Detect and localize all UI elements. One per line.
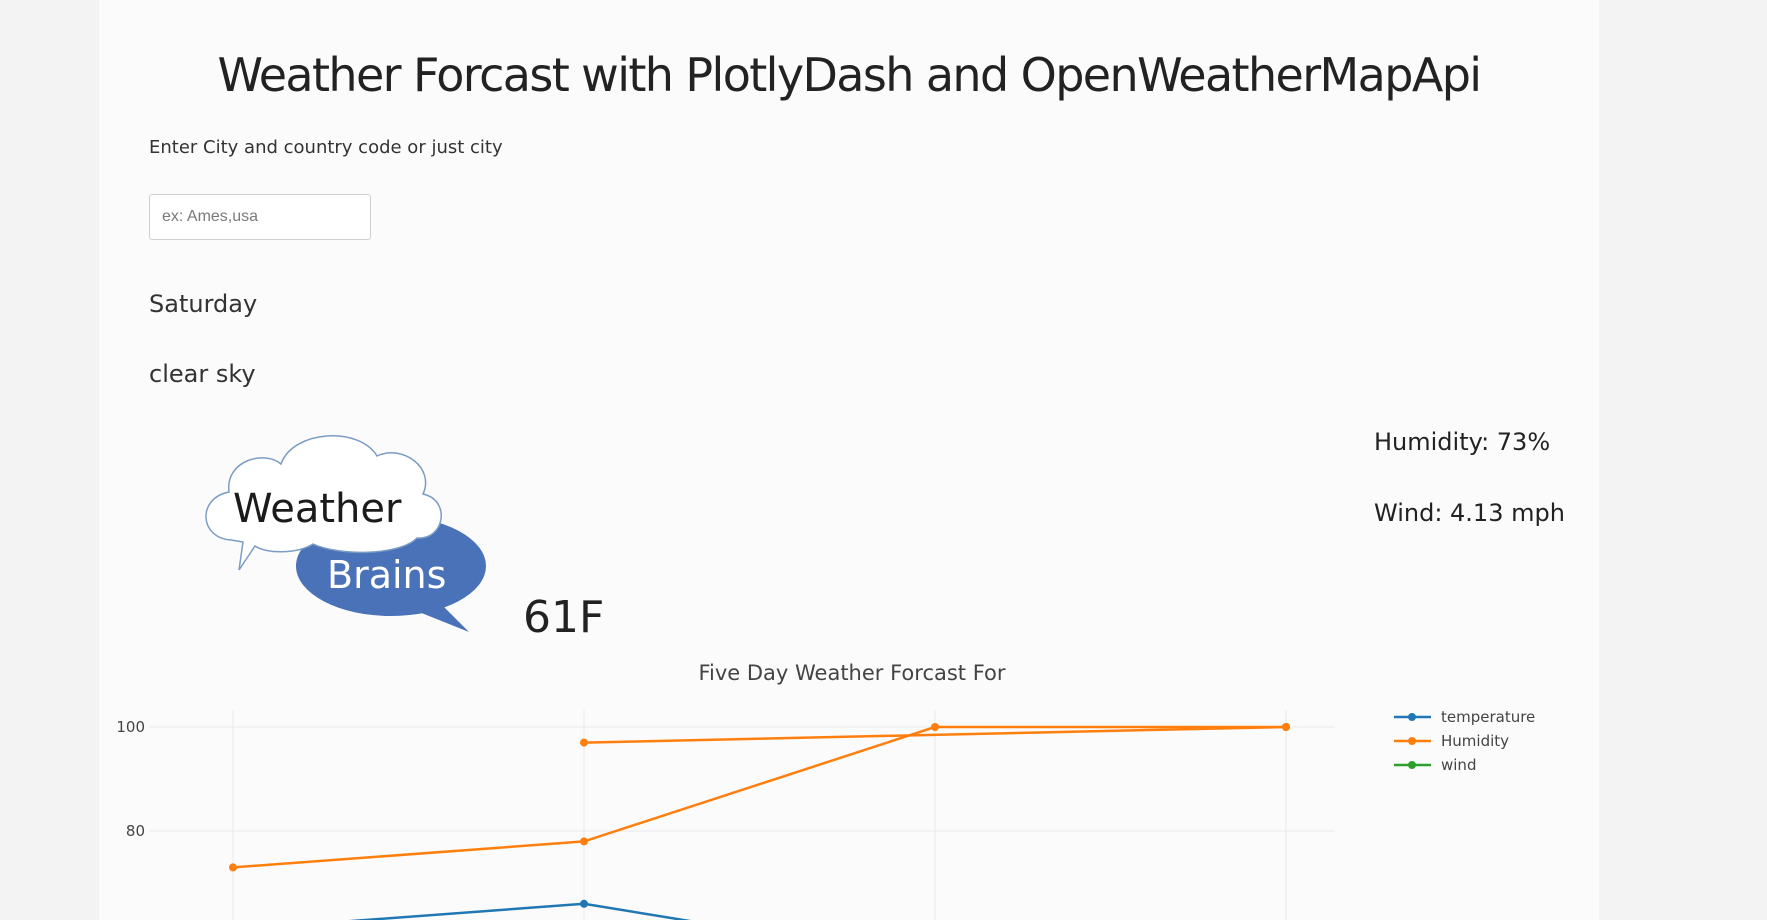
legend-item-label[interactable]: Humidity — [1441, 732, 1509, 750]
legend-item-label[interactable]: temperature — [1441, 708, 1535, 726]
chart-title: Five Day Weather Forcast For — [698, 661, 1005, 685]
logo-text-weather: Weather — [233, 486, 402, 532]
temperature-series-point[interactable] — [580, 899, 588, 908]
humidity-series-point[interactable] — [931, 723, 939, 731]
humidity-series-line — [232, 725, 1286, 869]
temperature-value: 61F — [523, 592, 605, 643]
five-day-forecast-chart[interactable]: Five Day Weather Forcast For 1008060 tem… — [99, 650, 1599, 920]
city-prompt-label: Enter City and country code or just city — [149, 137, 503, 158]
chart-legend[interactable]: temperature Humidity wind — [1394, 708, 1535, 774]
legend-swatch-marker — [1408, 761, 1416, 769]
city-input[interactable] — [149, 194, 371, 240]
chart-series — [229, 723, 1290, 920]
day-label: Saturday — [149, 290, 258, 318]
legend-swatch-marker — [1408, 737, 1416, 745]
y-tick-label: 80 — [126, 822, 145, 840]
chart-y-ticks: 1008060 — [116, 718, 145, 840]
humidity-series-2-point[interactable] — [580, 738, 588, 747]
weather-description: clear sky — [149, 360, 256, 388]
humidity-series-point[interactable] — [580, 837, 588, 846]
wind-value: Wind: 4.13 mph — [1374, 499, 1565, 527]
humidity-series-2-point[interactable] — [1282, 723, 1290, 731]
humidity-value: Humidity: 73% — [1374, 428, 1551, 456]
weather-brains-logo: Weather Brains — [205, 435, 486, 632]
page-title: Weather Forcast with PlotlyDash and Open… — [217, 48, 1483, 102]
legend-item-label[interactable]: wind — [1441, 756, 1476, 774]
y-tick-label: 100 — [116, 718, 145, 736]
humidity-series-point[interactable] — [229, 863, 237, 872]
logo-text-brains: Brains — [327, 553, 446, 597]
chart-grid — [149, 710, 1334, 920]
main-container: Weather Forcast with PlotlyDash and Open… — [99, 0, 1599, 920]
page: Weather Forcast with PlotlyDash and Open… — [0, 0, 1767, 920]
legend-swatch-marker — [1408, 713, 1416, 721]
